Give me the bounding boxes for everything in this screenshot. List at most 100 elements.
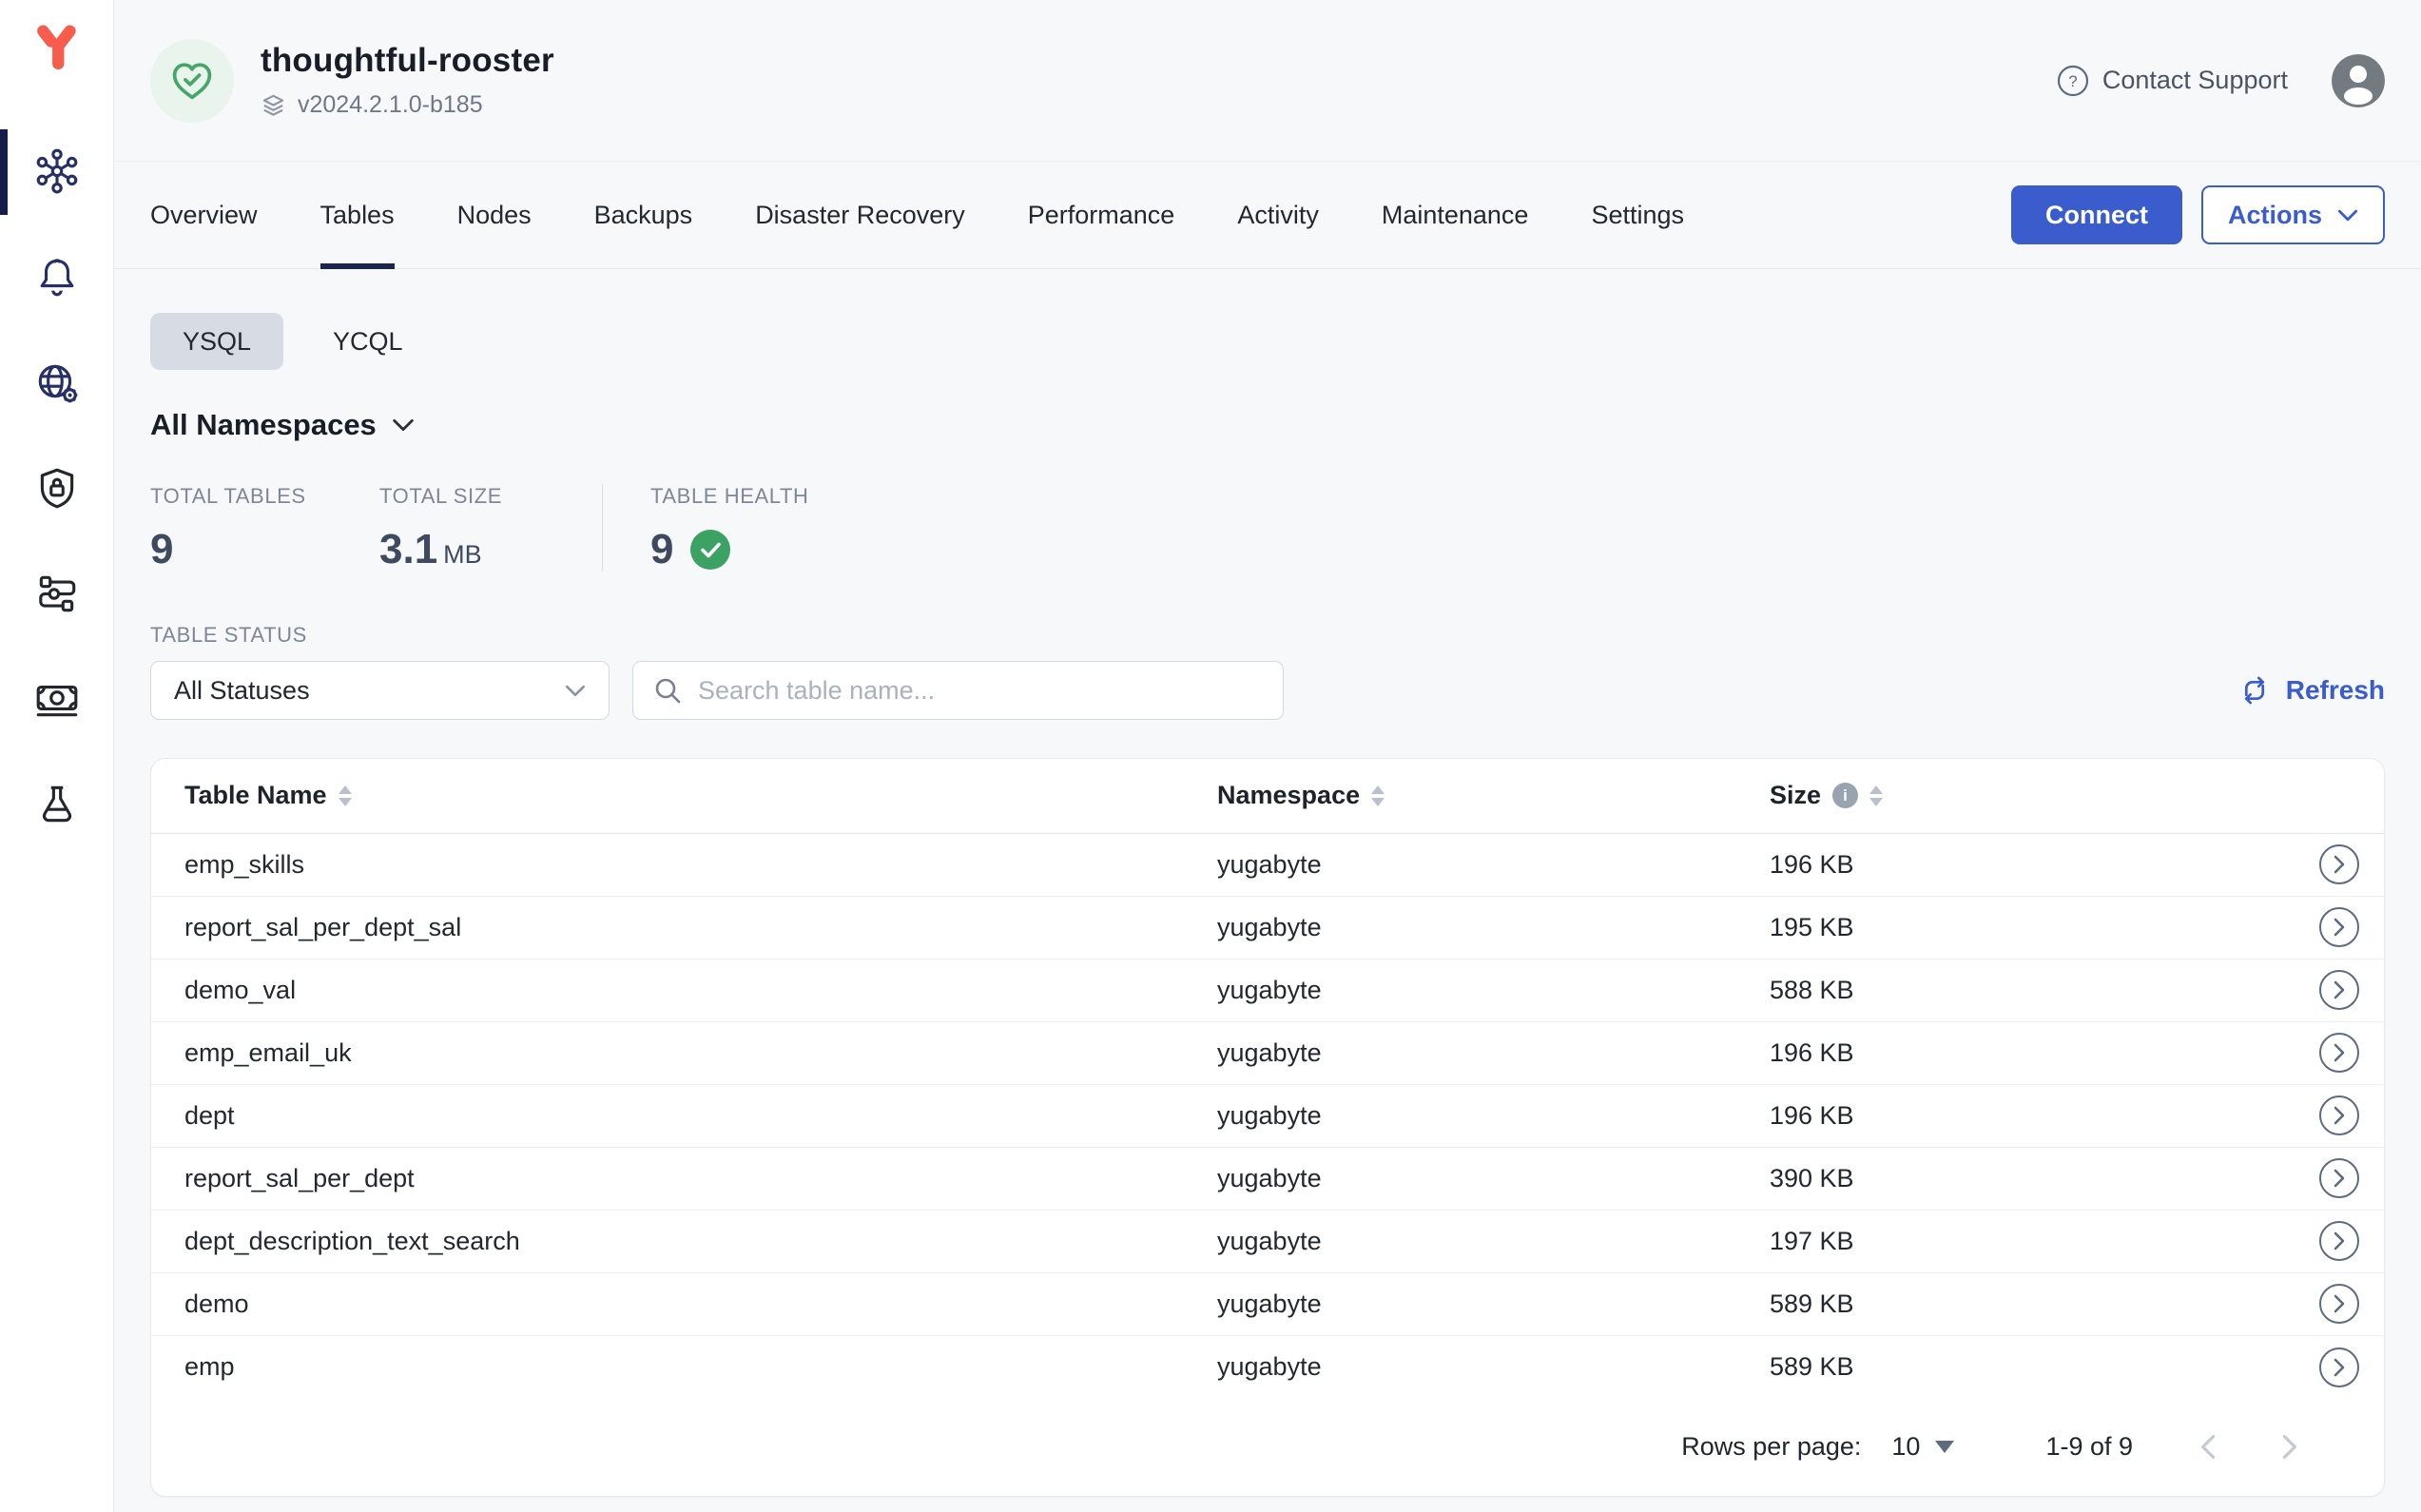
- sidebar-item-security[interactable]: [0, 461, 113, 514]
- tab-performance[interactable]: Performance: [1028, 162, 1175, 268]
- table-row[interactable]: demo_val yugabyte 588 KB: [151, 960, 2384, 1022]
- bell-icon: [33, 253, 81, 300]
- size-cell: 589 KB: [1770, 1352, 2255, 1382]
- tabbar-actions: Connect Actions: [2011, 162, 2385, 268]
- table-row[interactable]: dept_description_text_search yugabyte 19…: [151, 1211, 2384, 1273]
- tables-card: Table Name Namespace Size i emp_skills y…: [150, 758, 2385, 1497]
- cluster-header: thoughtful-rooster v2024.2.1.0-b185 ? Co…: [114, 0, 2421, 162]
- column-header-namespace[interactable]: Namespace: [1217, 781, 1770, 810]
- check-circle-icon: [690, 530, 730, 570]
- info-icon[interactable]: i: [1832, 783, 1858, 808]
- table-row[interactable]: dept yugabyte 196 KB: [151, 1085, 2384, 1148]
- actions-button[interactable]: Actions: [2201, 185, 2385, 244]
- rows-per-page-select[interactable]: 10: [1891, 1432, 1954, 1462]
- table-row[interactable]: demo yugabyte 589 KB: [151, 1273, 2384, 1336]
- stats-row: TOTAL TABLES 9 TOTAL SIZE 3.1 MB TABLE H…: [150, 484, 2385, 573]
- search-input[interactable]: [698, 676, 1264, 706]
- size-cell: 197 KB: [1770, 1227, 2255, 1256]
- sidebar-item-network[interactable]: [0, 356, 113, 409]
- stat-total-size-value: 3.1 MB: [379, 526, 602, 573]
- sort-icon: [1371, 785, 1385, 806]
- chevron-right-icon: [2333, 1294, 2346, 1313]
- toggle-ycql[interactable]: YCQL: [300, 313, 436, 370]
- tab-nodes[interactable]: Nodes: [457, 162, 532, 268]
- user-avatar[interactable]: [2332, 54, 2385, 107]
- namespace-cell: yugabyte: [1217, 1164, 1770, 1193]
- tab-disaster-recovery[interactable]: Disaster Recovery: [755, 162, 965, 268]
- size-cell: 196 KB: [1770, 1101, 2255, 1131]
- row-detail-button[interactable]: [2319, 1158, 2359, 1198]
- sidebar-item-clusters[interactable]: [0, 145, 113, 198]
- refresh-icon: [2237, 672, 2273, 708]
- stat-total-tables-label: TOTAL TABLES: [150, 484, 379, 509]
- table-row[interactable]: emp_skills yugabyte 196 KB: [151, 834, 2384, 897]
- status-select-value: All Statuses: [174, 676, 310, 706]
- sidebar-item-billing[interactable]: [0, 672, 113, 726]
- size-cell: 390 KB: [1770, 1164, 2255, 1193]
- status-select[interactable]: All Statuses: [150, 661, 610, 720]
- row-detail-button[interactable]: [2319, 1095, 2359, 1135]
- table-name-cell: dept_description_text_search: [184, 1227, 1217, 1256]
- table-name-cell: report_sal_per_dept_sal: [184, 913, 1217, 942]
- table-row[interactable]: report_sal_per_dept yugabyte 390 KB: [151, 1148, 2384, 1211]
- tab-backups[interactable]: Backups: [594, 162, 693, 268]
- table-name-cell: emp_skills: [184, 850, 1217, 880]
- namespace-cell: yugabyte: [1217, 1227, 1770, 1256]
- tab-activity[interactable]: Activity: [1237, 162, 1319, 268]
- refresh-label: Refresh: [2286, 675, 2385, 706]
- stat-total-size: TOTAL SIZE 3.1 MB: [379, 484, 602, 573]
- tab-tables[interactable]: Tables: [320, 162, 395, 268]
- globe-gear-icon: [33, 359, 81, 406]
- previous-page-button[interactable]: [2199, 1434, 2216, 1460]
- table-row[interactable]: report_sal_per_dept_sal yugabyte 195 KB: [151, 897, 2384, 960]
- dropdown-caret-icon: [1935, 1441, 1954, 1453]
- tab-overview[interactable]: Overview: [150, 162, 258, 268]
- chevron-right-icon: [2333, 918, 2346, 937]
- table-row[interactable]: emp_email_uk yugabyte 196 KB: [151, 1022, 2384, 1085]
- row-detail-button[interactable]: [2319, 1221, 2359, 1261]
- row-detail-button[interactable]: [2319, 1347, 2359, 1387]
- sidebar-item-alerts[interactable]: [0, 250, 113, 303]
- contact-support-link[interactable]: ? Contact Support: [2057, 65, 2288, 97]
- heart-check-icon: [167, 56, 217, 106]
- toggle-ysql[interactable]: YSQL: [150, 313, 283, 370]
- row-detail-button[interactable]: [2319, 907, 2359, 947]
- main-area: thoughtful-rooster v2024.2.1.0-b185 ? Co…: [114, 0, 2421, 1512]
- tab-maintenance[interactable]: Maintenance: [1382, 162, 1529, 268]
- chevron-right-icon: [2282, 1434, 2298, 1460]
- column-header-size[interactable]: Size i: [1770, 781, 2255, 810]
- row-detail-button[interactable]: [2319, 1284, 2359, 1324]
- row-detail-button[interactable]: [2319, 1033, 2359, 1073]
- namespace-cell: yugabyte: [1217, 1289, 1770, 1319]
- sidebar-item-integrations[interactable]: [0, 567, 113, 620]
- row-detail-button[interactable]: [2319, 844, 2359, 884]
- pagination: Rows per page: 10 1-9 of 9: [151, 1399, 2384, 1496]
- tab-settings[interactable]: Settings: [1591, 162, 1684, 268]
- sort-icon: [1869, 785, 1883, 806]
- column-label-table-name: Table Name: [184, 781, 327, 810]
- size-cell: 196 KB: [1770, 1038, 2255, 1068]
- namespace-dropdown[interactable]: All Namespaces: [150, 408, 2385, 442]
- column-header-table-name[interactable]: Table Name: [184, 781, 1217, 810]
- refresh-button[interactable]: Refresh: [2237, 672, 2385, 708]
- table-row[interactable]: emp yugabyte 589 KB: [151, 1336, 2384, 1399]
- search-icon: [652, 675, 683, 706]
- question-circle-icon: ?: [2057, 65, 2089, 97]
- chevron-right-icon: [2333, 980, 2346, 999]
- cluster-name: thoughtful-rooster: [261, 42, 554, 80]
- yugabyte-logo[interactable]: [29, 21, 85, 76]
- cluster-version-row: v2024.2.1.0-b185: [261, 91, 554, 119]
- tables-page: YSQL YCQL All Namespaces TOTAL TABLES 9 …: [114, 269, 2421, 1512]
- column-label-namespace: Namespace: [1217, 781, 1360, 810]
- next-page-button[interactable]: [2282, 1434, 2298, 1460]
- row-detail-button[interactable]: [2319, 970, 2359, 1010]
- chevron-right-icon: [2333, 1169, 2346, 1188]
- size-cell: 196 KB: [1770, 850, 2255, 880]
- sidebar-item-labs[interactable]: [0, 778, 113, 831]
- connect-button[interactable]: Connect: [2011, 185, 2182, 244]
- svg-text:?: ?: [2068, 72, 2077, 90]
- size-cell: 589 KB: [1770, 1289, 2255, 1319]
- stat-table-health-label: TABLE HEALTH: [650, 484, 809, 509]
- sort-icon: [339, 785, 352, 806]
- stat-total-size-unit: MB: [443, 540, 482, 573]
